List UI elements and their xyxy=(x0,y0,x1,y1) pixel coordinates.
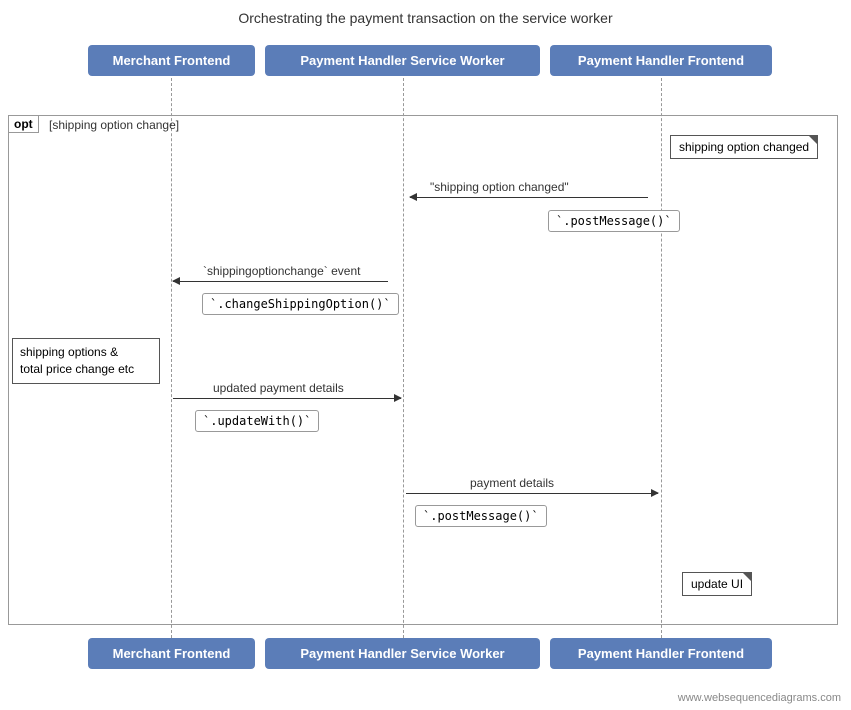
watermark: www.websequencediagrams.com xyxy=(678,692,841,704)
code-change-shipping: `.changeShippingOption()` xyxy=(202,293,399,315)
arrow-4 xyxy=(406,493,658,494)
code-update-with: `.updateWith()` xyxy=(195,410,319,432)
diagram-title: Orchestrating the payment transaction on… xyxy=(0,0,851,26)
opt-label: opt xyxy=(8,115,39,133)
actor-sw-top: Payment Handler Service Worker xyxy=(265,45,540,76)
opt-condition: [shipping option change] xyxy=(49,118,179,132)
actor-merchant-bottom: Merchant Frontend xyxy=(88,638,255,669)
code-postmessage-1: `.postMessage()` xyxy=(548,210,680,232)
arrow-1 xyxy=(410,197,648,198)
diagram-container: Orchestrating the payment transaction on… xyxy=(0,0,851,710)
side-note-text: shipping options &total price change etc xyxy=(20,345,134,376)
arrow-label-4: payment details xyxy=(470,476,554,490)
arrow-3 xyxy=(173,398,401,399)
arrow-label-1: "shipping option changed" xyxy=(430,180,569,194)
note-update-ui: update UI xyxy=(682,572,752,596)
arrow-label-3: updated payment details xyxy=(213,381,344,395)
actor-sw-bottom: Payment Handler Service Worker xyxy=(265,638,540,669)
code-postmessage-2: `.postMessage()` xyxy=(415,505,547,527)
arrow-2 xyxy=(173,281,388,282)
note-shipping-changed: shipping option changed xyxy=(670,135,818,159)
actor-frontend-top: Payment Handler Frontend xyxy=(550,45,772,76)
actor-merchant-top: Merchant Frontend xyxy=(88,45,255,76)
side-note-shipping: shipping options &total price change etc xyxy=(12,338,160,384)
actor-frontend-bottom: Payment Handler Frontend xyxy=(550,638,772,669)
arrow-label-2: `shippingoptionchange` event xyxy=(203,264,360,278)
